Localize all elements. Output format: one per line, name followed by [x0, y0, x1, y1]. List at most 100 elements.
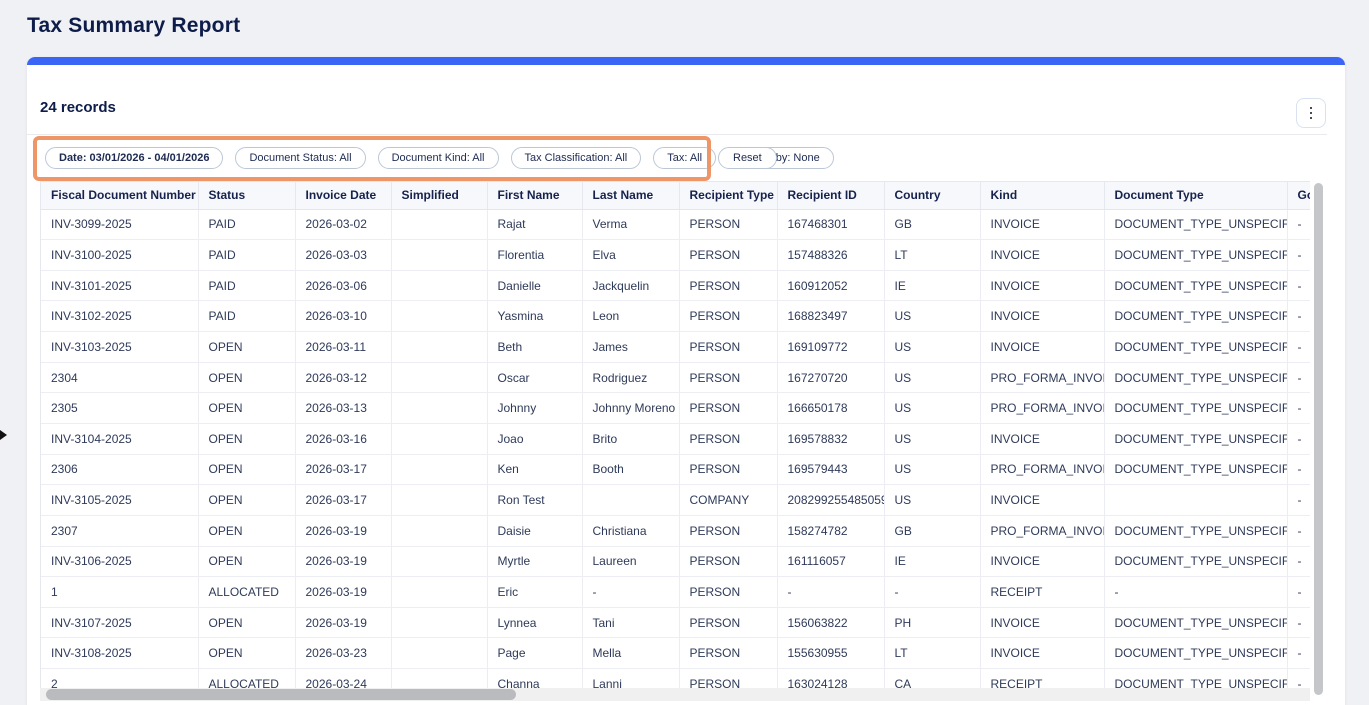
table-cell	[391, 209, 487, 240]
table-cell	[391, 515, 487, 546]
table-cell: DOCUMENT_TYPE_UNSPECIFIED	[1104, 454, 1287, 485]
table-cell: US	[884, 362, 980, 393]
table-cell: INV-3108-2025	[41, 638, 198, 669]
table-cell: 2026-03-19	[295, 577, 391, 608]
table-cell: Verma	[582, 209, 679, 240]
kebab-menu-icon	[1310, 107, 1313, 110]
table-cell: INVOICE	[980, 546, 1104, 577]
card-menu-button[interactable]	[1296, 98, 1326, 128]
table-row[interactable]: INV-3104-2025OPEN2026-03-16JoaoBritoPERS…	[41, 423, 1310, 454]
table-cell: PH	[884, 607, 980, 638]
table-cell: 2026-03-06	[295, 270, 391, 301]
table-horizontal-scrollbar[interactable]	[40, 688, 1310, 701]
filter-chip[interactable]: Tax Classification: All	[511, 147, 642, 169]
vertical-scrollbar-thumb[interactable]	[1314, 183, 1323, 695]
table-cell: OPEN	[198, 546, 295, 577]
column-header: Kind	[980, 182, 1104, 209]
table-cell: RECEIPT	[980, 577, 1104, 608]
table-cell: 155630955	[777, 638, 884, 669]
table-row[interactable]: INV-3106-2025OPEN2026-03-19MyrtleLaureen…	[41, 546, 1310, 577]
table-cell: PERSON	[679, 515, 777, 546]
table-cell: PERSON	[679, 638, 777, 669]
table-row[interactable]: 2307OPEN2026-03-19DaisieChristianaPERSON…	[41, 515, 1310, 546]
table-cell: -	[1287, 485, 1310, 516]
table-cell: PERSON	[679, 393, 777, 424]
table-cell: 169578832	[777, 423, 884, 454]
table-row[interactable]: INV-3103-2025OPEN2026-03-11BethJamesPERS…	[41, 332, 1310, 363]
column-header: Gov	[1287, 182, 1310, 209]
filter-chip[interactable]: Document Kind: All	[378, 147, 499, 169]
table-cell: 2304	[41, 362, 198, 393]
table-cell: 2026-03-19	[295, 546, 391, 577]
filter-chip[interactable]: Tax: All	[653, 147, 716, 169]
table-cell: 2306	[41, 454, 198, 485]
table-row[interactable]: INV-3107-2025OPEN2026-03-19LynneaTaniPER…	[41, 607, 1310, 638]
table-cell: PRO_FORMA_INVOICE	[980, 393, 1104, 424]
table-cell	[1104, 485, 1287, 516]
table-cell: PERSON	[679, 423, 777, 454]
table-cell: -	[1287, 577, 1310, 608]
table-row[interactable]: INV-3101-2025PAID2026-03-06DanielleJackq…	[41, 270, 1310, 301]
horizontal-scrollbar-thumb[interactable]	[46, 689, 516, 700]
table-cell: -	[1287, 454, 1310, 485]
table-cell	[391, 485, 487, 516]
table-cell: Rodriguez	[582, 362, 679, 393]
reset-filters-button[interactable]: Reset	[718, 147, 777, 169]
table-row[interactable]: INV-3108-2025OPEN2026-03-23PageMellaPERS…	[41, 638, 1310, 669]
table-cell: Ken	[487, 454, 582, 485]
table-cell: PRO_FORMA_INVOICE	[980, 515, 1104, 546]
table-cell: -	[884, 577, 980, 608]
table-cell: LT	[884, 638, 980, 669]
page-title: Tax Summary Report	[27, 14, 240, 38]
table-row[interactable]: 2304OPEN2026-03-12OscarRodriguezPERSON16…	[41, 362, 1310, 393]
table-cell: INV-3105-2025	[41, 485, 198, 516]
records-count: 24 records	[40, 99, 116, 116]
table-cell: Lynnea	[487, 607, 582, 638]
table-cell: -	[1287, 546, 1310, 577]
table-cell: PERSON	[679, 669, 777, 688]
column-header: Recipient ID	[777, 182, 884, 209]
table-cell: PERSON	[679, 209, 777, 240]
table-row[interactable]: INV-3100-2025PAID2026-03-03FlorentiaElva…	[41, 240, 1310, 271]
filter-chip[interactable]: Date: 03/01/2026 - 04/01/2026	[45, 147, 223, 169]
table-cell: CA	[884, 669, 980, 688]
table-cell: PAID	[198, 301, 295, 332]
table-body: INV-3099-2025PAID2026-03-02RajatVermaPER…	[41, 209, 1310, 688]
table-row[interactable]: INV-3105-2025OPEN2026-03-17Ron TestCOMPA…	[41, 485, 1310, 516]
table-vertical-scrollbar[interactable]	[1314, 183, 1323, 695]
table-cell: -	[1287, 393, 1310, 424]
table-cell	[582, 485, 679, 516]
table-row[interactable]: 2305OPEN2026-03-13JohnnyJohnny MorenoPER…	[41, 393, 1310, 424]
table-row[interactable]: INV-3102-2025PAID2026-03-10YasminaLeonPE…	[41, 301, 1310, 332]
table-cell: RECEIPT	[980, 669, 1104, 688]
table-cell: Yasmina	[487, 301, 582, 332]
filter-chip[interactable]: Document Status: All	[235, 147, 365, 169]
table-cell: PERSON	[679, 577, 777, 608]
table-cell: -	[1287, 638, 1310, 669]
table-cell: Johnny	[487, 393, 582, 424]
table-row[interactable]: 1ALLOCATED2026-03-19Eric-PERSON--RECEIPT…	[41, 577, 1310, 608]
table-row[interactable]: INV-3099-2025PAID2026-03-02RajatVermaPER…	[41, 209, 1310, 240]
table-cell	[391, 301, 487, 332]
table-cell: -	[1287, 669, 1310, 688]
table-cell: INV-3104-2025	[41, 423, 198, 454]
table-header-row: Fiscal Document NumberStatusInvoice Date…	[41, 182, 1310, 209]
table-cell: 2026-03-19	[295, 607, 391, 638]
table-cell: DOCUMENT_TYPE_UNSPECIFIED	[1104, 209, 1287, 240]
table-cell: 168823497	[777, 301, 884, 332]
table-cell: INVOICE	[980, 332, 1104, 363]
card-accent-bar	[27, 57, 1345, 65]
table-cell: INV-3099-2025	[41, 209, 198, 240]
table-cell: 2026-03-11	[295, 332, 391, 363]
table-row[interactable]: 2306OPEN2026-03-17KenBoothPERSON16957944…	[41, 454, 1310, 485]
table-cell: 2307	[41, 515, 198, 546]
table-cell: GB	[884, 515, 980, 546]
table-cell: PERSON	[679, 362, 777, 393]
table-cell: Myrtle	[487, 546, 582, 577]
table-cell: Christiana	[582, 515, 679, 546]
table-cell: 167468301	[777, 209, 884, 240]
table-row[interactable]: 2ALLOCATED2026-03-24ChannaLanniPERSON163…	[41, 669, 1310, 688]
report-table: Fiscal Document NumberStatusInvoice Date…	[41, 182, 1310, 688]
table-cell: ALLOCATED	[198, 669, 295, 688]
table-cell: DOCUMENT_TYPE_UNSPECIFIED	[1104, 332, 1287, 363]
